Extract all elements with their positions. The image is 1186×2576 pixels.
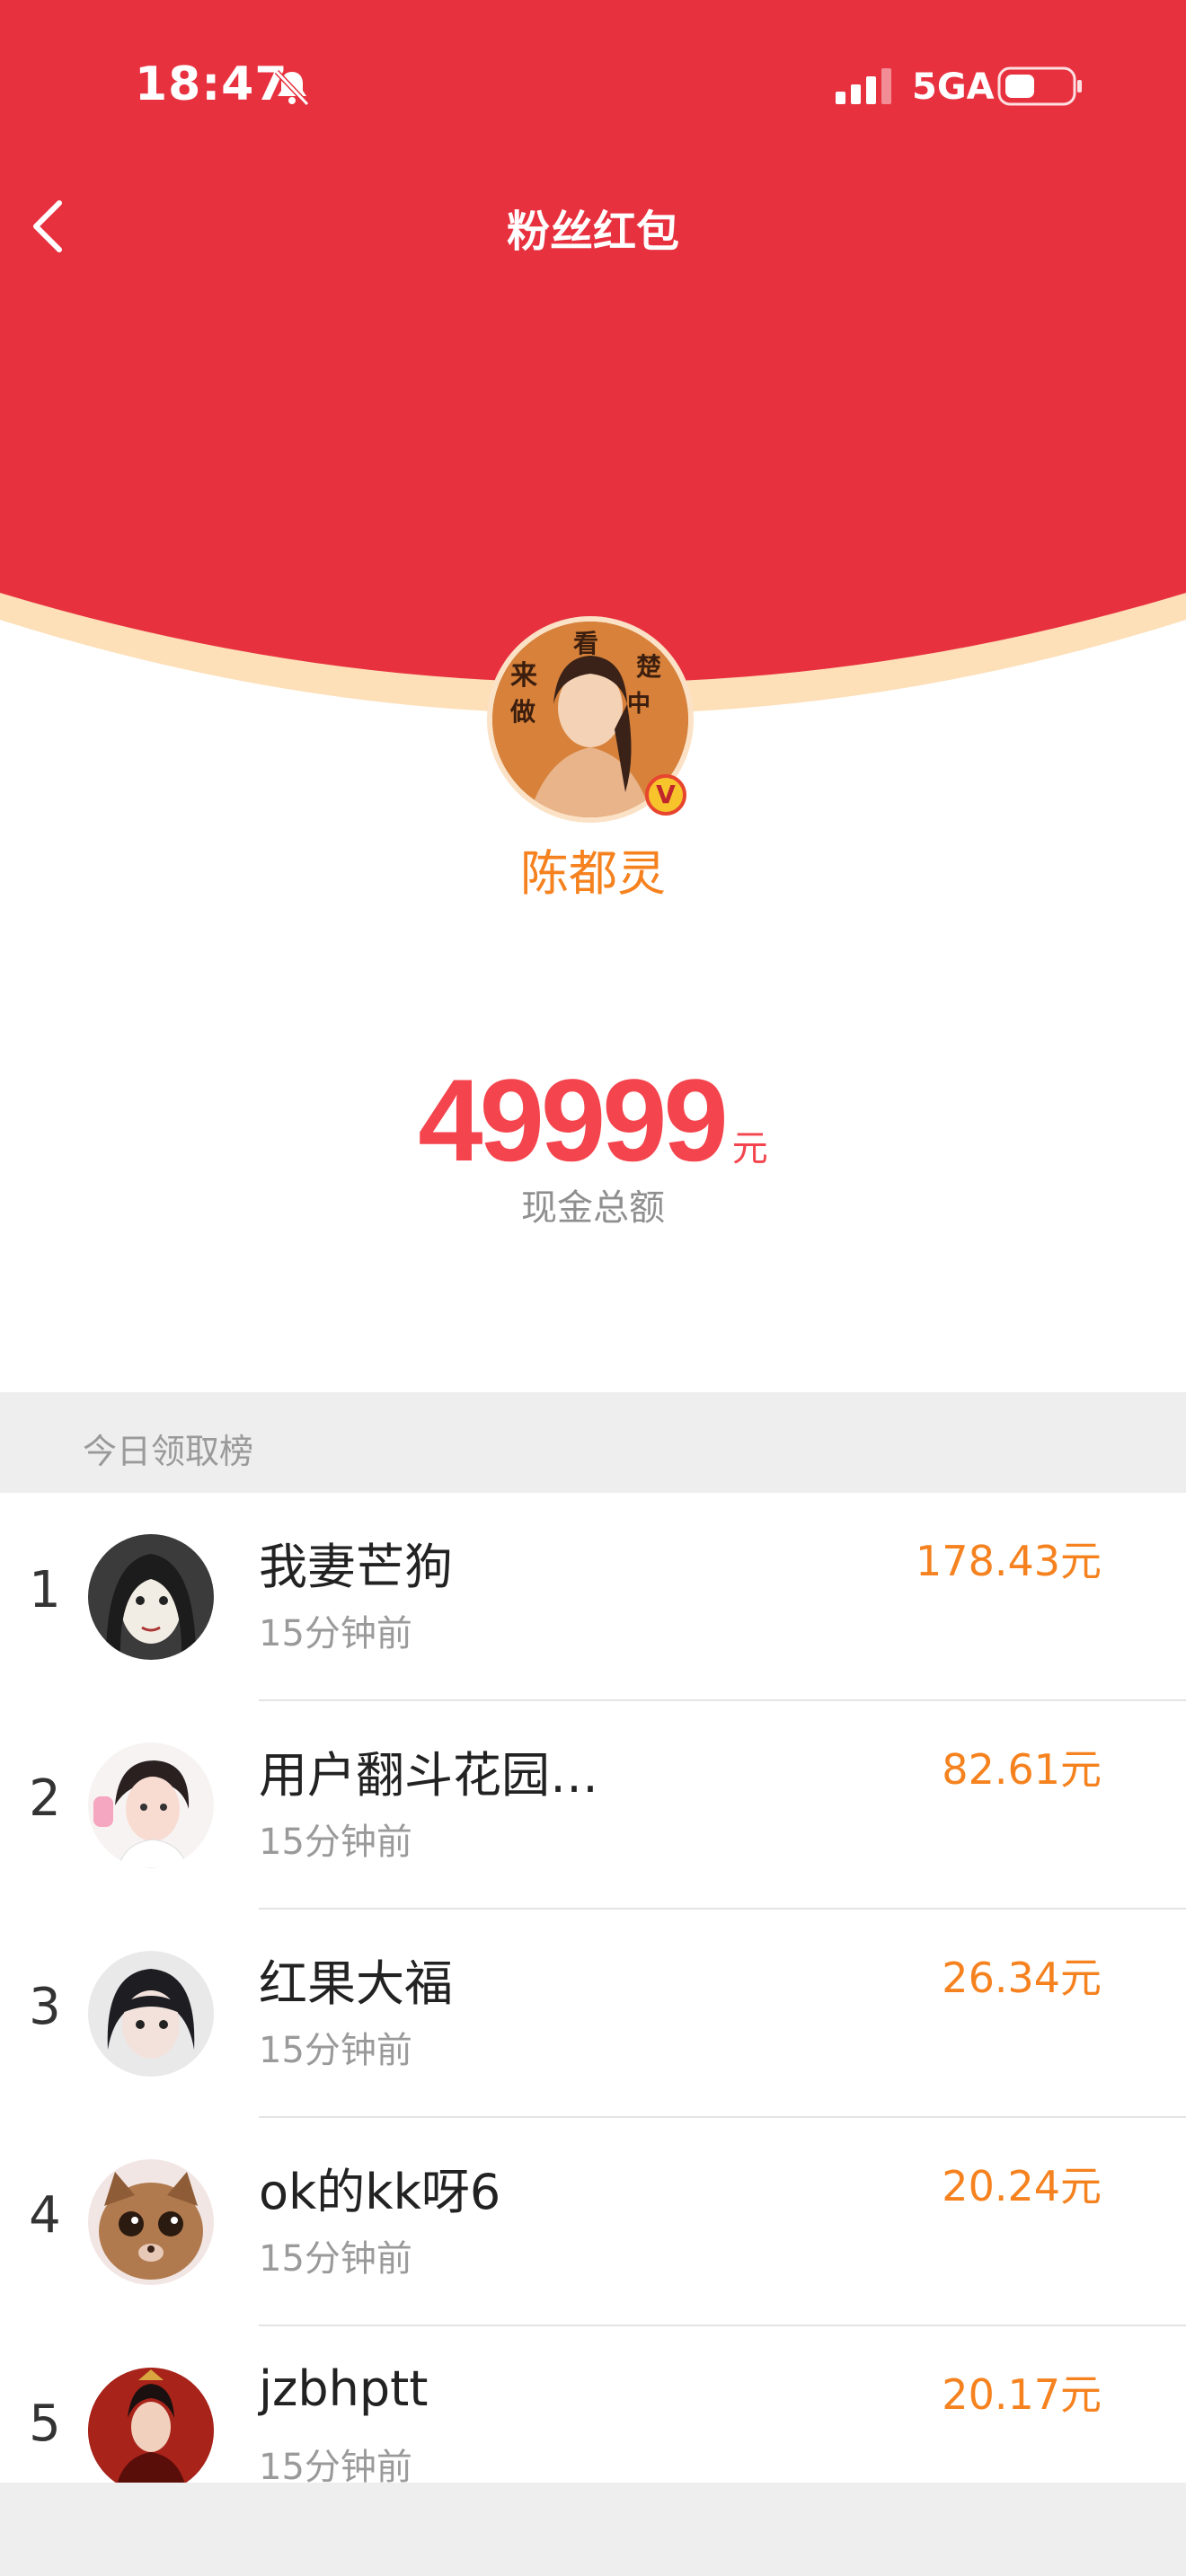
network-type: 5GA — [912, 66, 995, 108]
bottom-bar — [0, 2483, 1186, 2576]
creator-name[interactable]: 陈都灵 — [0, 834, 1186, 904]
ranking-list[interactable]: 1 我妻芒狗 15分钟前 178.43元 2 用户翻斗花园… 15分钟前 82.… — [0, 1493, 1186, 2483]
ranking-title: 今日领取榜 — [83, 1432, 254, 1471]
bell-muted-icon — [274, 69, 310, 107]
page-title: 粉丝红包 — [506, 207, 679, 257]
ranking-row[interactable]: 5 jzbhptt 15分钟前 20.17元 — [0, 2326, 1186, 2483]
claim-time: 15分钟前 — [259, 2238, 412, 2280]
ranking-row[interactable]: 4 ok的kk呀6 15分钟前 20.24元 — [0, 2118, 1186, 2326]
user-avatar[interactable] — [88, 1951, 214, 2077]
user-avatar[interactable] — [88, 2159, 214, 2285]
amount-label: 现金总额 — [521, 1187, 665, 1229]
signal-icon — [836, 68, 891, 104]
claim-amount: 178.43元 — [916, 1537, 1102, 1585]
rank-number: 1 — [29, 1561, 61, 1619]
amount-unit: 元 — [731, 1128, 768, 1169]
svg-text:楚: 楚 — [636, 652, 661, 682]
claim-amount: 20.17元 — [942, 2370, 1102, 2419]
battery-icon — [997, 66, 1082, 106]
user-name: 用户翻斗花园… — [259, 1747, 598, 1804]
rank-number: 5 — [29, 2395, 61, 2453]
claim-amount: 82.61元 — [942, 1745, 1102, 1794]
user-name: jzbhptt — [259, 2360, 429, 2417]
rank-number: 4 — [29, 2186, 61, 2245]
claim-time: 15分钟前 — [259, 2447, 412, 2483]
ranking-row[interactable]: 1 我妻芒狗 15分钟前 178.43元 — [0, 1493, 1186, 1701]
claim-time: 15分钟前 — [259, 1822, 412, 1863]
user-avatar[interactable] — [88, 2368, 214, 2483]
user-name: 红果大福 — [259, 1955, 453, 2012]
svg-text:做: 做 — [509, 697, 535, 727]
claim-time: 15分钟前 — [259, 1613, 412, 1654]
rank-number: 3 — [29, 1978, 61, 2036]
claim-amount: 20.24元 — [942, 2162, 1102, 2210]
user-avatar[interactable] — [88, 1742, 214, 1868]
svg-text:中: 中 — [627, 691, 651, 718]
user-name: ok的kk呀6 — [259, 2164, 501, 2220]
amount-row: 49999 元 — [0, 1053, 1186, 1187]
claim-amount: 26.34元 — [942, 1954, 1102, 2002]
rank-number: 2 — [29, 1769, 61, 1828]
total-amount: 49999 — [418, 1054, 728, 1186]
user-avatar[interactable] — [88, 1534, 214, 1660]
user-name: 我妻芒狗 — [259, 1539, 453, 1595]
status-time: 18:47 — [135, 57, 288, 111]
ranking-row[interactable]: 2 用户翻斗花园… 15分钟前 82.61元 — [0, 1701, 1186, 1910]
verified-v-icon: V — [645, 774, 686, 816]
ranking-row[interactable]: 3 红果大福 15分钟前 26.34元 — [0, 1910, 1186, 2118]
svg-text:看: 看 — [573, 629, 598, 658]
claim-time: 15分钟前 — [259, 2030, 412, 2071]
svg-text:来: 来 — [510, 660, 537, 692]
